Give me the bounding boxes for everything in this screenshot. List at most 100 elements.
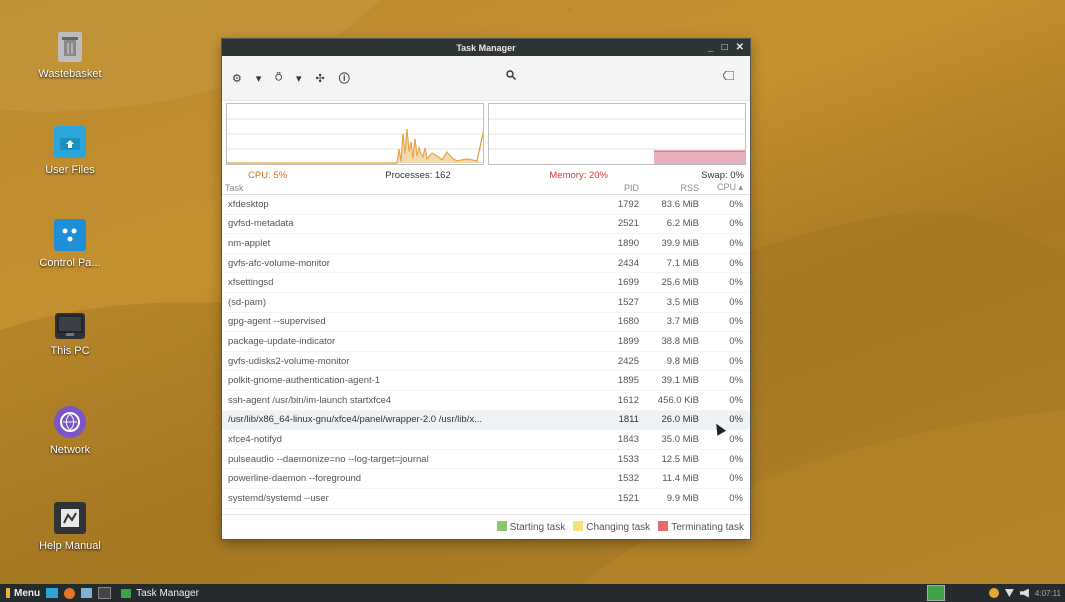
desktop-icon-user-files[interactable]: User Files <box>15 126 125 176</box>
minimize-button[interactable]: _ <box>708 42 714 53</box>
task-row[interactable]: powerline-daemon --foreground 1532 11.4 Mi… <box>222 469 750 489</box>
task-name: gvfs-afc-volume-monitor <box>228 257 330 269</box>
task-rss: 11.4 MiB <box>662 473 699 485</box>
terminal-icon[interactable] <box>98 587 112 599</box>
legend-starting: Starting task <box>496 521 565 533</box>
task-row[interactable]: xfsettingsd 1699 25.6 MiB 0% <box>222 273 750 293</box>
settings-gear-icon[interactable]: ⚙ <box>232 72 242 85</box>
desktop-icon-label: Network <box>49 444 91 456</box>
task-row[interactable]: polkit-gnome-authentication-agent-1 1895 3… <box>222 371 750 391</box>
task-pid: 1680 <box>617 316 639 328</box>
systray-app-icon[interactable] <box>926 585 945 601</box>
network-icon <box>54 406 86 438</box>
desktop-icon-network[interactable]: Network <box>15 406 125 456</box>
graphs-area <box>222 101 750 167</box>
task-name: nm-applet <box>228 237 271 249</box>
task-row[interactable]: gvfs-udisks2-volume-monitor 2425 9.8 MiB 0% <box>222 352 750 372</box>
task-row[interactable]: pulseaudio --daemonize=no --log-target=j… <box>222 450 750 470</box>
volume-icon[interactable] <box>1019 588 1029 598</box>
clear-icon[interactable] <box>722 70 735 83</box>
column-header-rss[interactable]: RSS <box>643 183 703 193</box>
desktop-icon-control-panel[interactable]: Control Pa... <box>15 219 125 269</box>
trash-icon <box>58 32 82 62</box>
desktop-icon-label: User Files <box>45 164 95 176</box>
task-row[interactable]: package-update-indicator 1899 38.8 MiB 0% <box>222 332 750 352</box>
close-button[interactable]: ✕ <box>736 42 744 53</box>
task-pid: 1899 <box>617 335 639 347</box>
launch-dropdown-chevron-icon[interactable]: ▾ <box>296 72 302 85</box>
task-pid: 2521 <box>617 218 639 230</box>
task-row[interactable]: gvfsd-metadata 2521 6.2 MiB 0% <box>222 215 750 235</box>
info-icon[interactable]: ⓘ <box>339 70 350 86</box>
legend-changing: Changing task <box>573 521 650 533</box>
taskbar: Menu Task Manager 4:07:11 <box>0 584 1065 602</box>
toolbar: ⚙ ▾ ⍥ ▾ ✣ ⓘ <box>222 56 750 101</box>
task-cpu: 0% <box>729 375 743 387</box>
task-manager-icon <box>121 588 132 598</box>
task-name: /usr/lib/x86_64-linux-gnu/xfce4/panel/wr… <box>228 414 482 426</box>
task-cpu: 0% <box>729 433 743 445</box>
task-pid: 1527 <box>617 296 639 308</box>
launch-app-icon[interactable]: ⍥ <box>275 71 282 85</box>
crosshair-icon[interactable]: ✣ <box>316 72 325 85</box>
search-box <box>500 66 740 90</box>
stats-bar: CPU: 5% Processes: 162 Memory: 20% Swap:… <box>222 167 750 181</box>
task-cpu: 0% <box>729 355 743 367</box>
task-cpu: 0% <box>729 394 743 406</box>
desktop-icon-this-pc[interactable]: This PC <box>15 313 125 357</box>
firefox-icon[interactable] <box>64 587 76 599</box>
task-cpu: 0% <box>729 218 743 230</box>
task-name: gvfsd-metadata <box>228 218 294 230</box>
search-input[interactable] <box>500 66 740 90</box>
task-name: xfdesktop <box>228 198 269 210</box>
task-row[interactable]: ssh-agent /usr/bin/im-launch startxfce4 1… <box>222 391 750 411</box>
task-rss: 39.9 MiB <box>661 237 700 249</box>
desktop-icon-label: Help Manual <box>39 540 101 552</box>
window-title: Task Manager <box>456 42 516 53</box>
task-row[interactable]: xfdesktop 1792 83.6 MiB 0% <box>222 195 750 215</box>
task-rss: 35.0 MiB <box>661 433 700 445</box>
task-rss: 25.6 MiB <box>661 277 700 289</box>
memory-graph <box>488 103 746 165</box>
task-pid: 1843 <box>617 433 639 445</box>
task-row[interactable]: gvfs-afc-volume-monitor 2434 7.1 MiB 0% <box>222 254 750 274</box>
wifi-icon[interactable] <box>1004 589 1014 597</box>
window-titlebar[interactable]: Task Manager _ □ ✕ <box>222 39 750 56</box>
settings-dropdown-chevron-icon[interactable]: ▾ <box>256 72 262 85</box>
task-name: polkit-gnome-authentication-agent-1 <box>228 375 381 387</box>
clock[interactable]: 4:07:11 <box>1035 589 1061 598</box>
home-folder-icon <box>54 126 86 158</box>
desktop-icon-wastebasket[interactable]: Wastebasket <box>15 32 125 80</box>
task-table-body: xfdesktop 1792 83.6 MiB 0% gvfsd-metadata 252… <box>222 195 750 509</box>
column-header-task[interactable]: Task <box>225 183 604 193</box>
taskbar-task-manager[interactable]: Task Manager <box>121 588 199 599</box>
file-manager-icon[interactable] <box>81 588 93 598</box>
network-status-icon[interactable] <box>988 588 999 598</box>
task-cpu: 0% <box>729 453 743 465</box>
task-rss: 7.1 MiB <box>666 257 699 269</box>
taskbar-task-label: Task Manager <box>136 587 199 599</box>
search-icon <box>506 70 516 83</box>
task-pid: 1532 <box>617 473 639 485</box>
desktop-icon-label: This PC <box>50 345 90 357</box>
task-rss: 6.2 MiB <box>666 218 699 230</box>
maximize-button[interactable]: □ <box>722 42 728 53</box>
column-header-pid[interactable]: PID <box>604 183 643 193</box>
show-desktop-icon[interactable] <box>46 588 59 598</box>
control-panel-icon <box>54 219 86 251</box>
task-rss: 38.8 MiB <box>661 335 700 347</box>
task-name: xfce4-notifyd <box>228 433 282 445</box>
task-row[interactable]: systemd/systemd --user 1521 9.9 MiB 0% <box>222 489 750 509</box>
task-row[interactable]: xfce4-notifyd 1843 35.0 MiB 0% <box>222 430 750 450</box>
task-row[interactable]: /usr/lib/x86_64-linux-gnu/xfce4/panel/wr… <box>222 410 750 431</box>
column-header-cpu[interactable]: CPU ▴ <box>703 182 747 193</box>
task-cpu: 0% <box>729 316 743 328</box>
memory-usage-text: Memory: 20% <box>549 169 608 181</box>
task-row[interactable]: gpg-agent --supervised 1680 3.7 MiB 0% <box>222 313 750 333</box>
task-row[interactable]: nm-applet 1890 39.9 MiB 0% <box>222 234 750 254</box>
task-pid: 1533 <box>617 453 639 465</box>
menu-icon <box>6 588 10 598</box>
desktop-icon-help-manual[interactable]: Help Manual <box>15 502 125 552</box>
menu-button[interactable]: Menu <box>6 588 40 599</box>
task-row[interactable]: (sd-pam) 1527 3.5 MiB 0% <box>222 293 750 313</box>
